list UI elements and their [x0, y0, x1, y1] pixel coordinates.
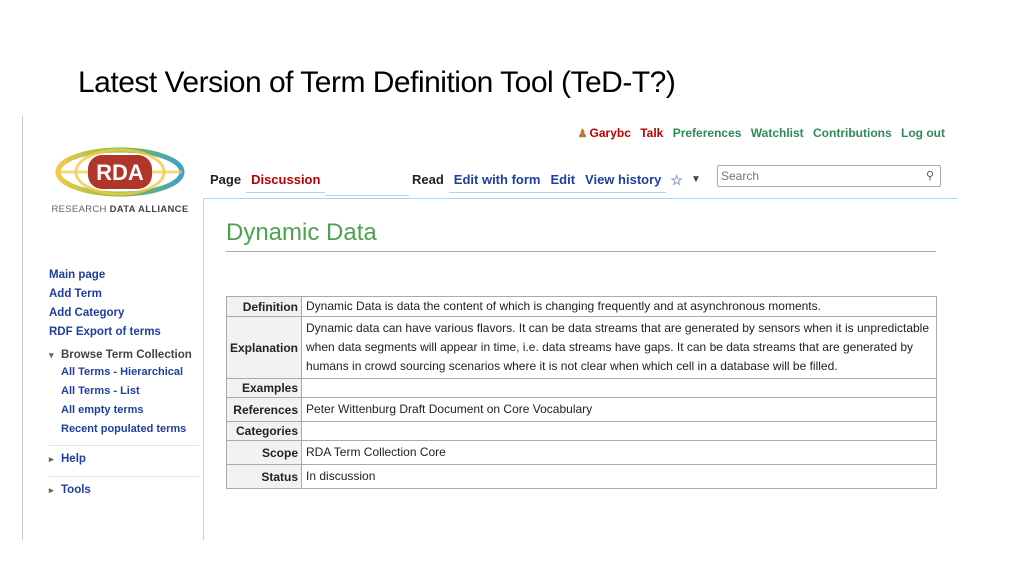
- content-area: Dynamic Data Definition Dynamic Data is d…: [203, 198, 957, 540]
- sidebar-item-recent-populated-terms[interactable]: Recent populated terms: [49, 423, 199, 435]
- rda-logo-icon: RDA: [55, 147, 185, 197]
- table-row: Explanation Dynamic data can have various…: [225, 316, 937, 379]
- row-label: Explanation: [225, 316, 303, 379]
- tab-spacer: [325, 168, 410, 196]
- row-value: Dynamic data can have various flavors. I…: [301, 316, 937, 379]
- table-row: Scope RDA Term Collection Core: [225, 440, 937, 465]
- logo-tagline-light: RESEARCH: [51, 204, 110, 215]
- user-link[interactable]: ♟ Garybc: [572, 126, 631, 140]
- rda-logo[interactable]: RDA RESEARCH DATA ALLIANCE: [45, 146, 195, 226]
- row-label: Examples: [225, 378, 303, 398]
- slide-title: Latest Version of Term Definition Tool (…: [78, 66, 676, 99]
- tools-toggle[interactable]: ▸ Tools: [49, 476, 199, 499]
- tab-read[interactable]: Read: [407, 168, 449, 193]
- sidebar-item-all-terms-hierarchical[interactable]: All Terms - Hierarchical: [49, 366, 199, 378]
- row-value: RDA Term Collection Core: [301, 440, 937, 465]
- sidebar-item-rdf-export[interactable]: RDF Export of terms: [49, 323, 199, 342]
- row-value: In discussion: [301, 464, 937, 489]
- table-row: Examples: [225, 378, 937, 398]
- more-actions-dropdown-icon[interactable]: ▼: [687, 168, 705, 192]
- help-label: Help: [61, 453, 86, 465]
- sidebar-item-add-category[interactable]: Add Category: [49, 304, 199, 323]
- browse-term-collection-toggle[interactable]: ▾ Browse Term Collection: [49, 348, 199, 362]
- contributions-link[interactable]: Contributions: [813, 126, 892, 140]
- search-box: ⚲: [717, 165, 941, 187]
- watch-star-icon[interactable]: ☆: [666, 168, 687, 192]
- row-label: Status: [225, 464, 303, 489]
- browse-label: Browse Term Collection: [61, 349, 192, 361]
- sidebar: Main page Add Term Add Category RDF Expo…: [49, 266, 199, 499]
- watchlist-link[interactable]: Watchlist: [751, 126, 804, 140]
- logo-mark: RDA: [96, 160, 144, 185]
- tab-discussion[interactable]: Discussion: [246, 168, 326, 193]
- logout-link[interactable]: Log out: [901, 126, 945, 140]
- sidebar-item-add-term[interactable]: Add Term: [49, 285, 199, 304]
- table-row: Categories: [225, 421, 937, 441]
- row-label: Scope: [225, 440, 303, 465]
- chevron-right-icon: ▸: [49, 485, 54, 495]
- user-icon: ♟: [577, 128, 588, 140]
- logo-tagline: RESEARCH DATA ALLIANCE: [45, 204, 195, 215]
- sidebar-item-all-empty-terms[interactable]: All empty terms: [49, 404, 199, 416]
- row-value: Peter Wittenburg Draft Document on Core …: [301, 397, 937, 422]
- wiki-screenshot: ♟ Garybc Talk Preferences Watchlist Contr…: [22, 116, 957, 540]
- row-label: References: [225, 397, 303, 422]
- chevron-right-icon: ▸: [49, 454, 54, 464]
- row-value: [301, 378, 937, 398]
- personal-tools: ♟ Garybc Talk Preferences Watchlist Contr…: [566, 126, 945, 140]
- sidebar-item-all-terms-list[interactable]: All Terms - List: [49, 385, 199, 397]
- view-tabs: Read Edit with form Edit View history ☆ …: [407, 168, 705, 196]
- tab-view-history[interactable]: View history: [580, 168, 667, 193]
- row-label: Categories: [225, 421, 303, 441]
- search-icon[interactable]: ⚲: [926, 169, 934, 182]
- search-input[interactable]: [721, 168, 911, 184]
- table-row: References Peter Wittenburg Draft Documen…: [225, 397, 937, 422]
- preferences-link[interactable]: Preferences: [673, 126, 742, 140]
- sidebar-item-main-page[interactable]: Main page: [49, 266, 199, 285]
- talk-link[interactable]: Talk: [640, 126, 663, 140]
- user-name: Garybc: [589, 126, 631, 140]
- row-value: Dynamic Data is data the content of whic…: [301, 296, 937, 317]
- tab-page[interactable]: Page: [205, 168, 247, 193]
- row-label: Definition: [225, 296, 303, 317]
- page-title: Dynamic Data: [226, 217, 936, 252]
- namespace-tabs: Page Discussion: [205, 168, 410, 196]
- tools-label: Tools: [61, 484, 91, 496]
- tab-edit-with-form[interactable]: Edit with form: [448, 168, 546, 193]
- table-row: Status In discussion: [225, 464, 937, 489]
- row-value: [301, 421, 937, 441]
- help-toggle[interactable]: ▸ Help: [49, 445, 199, 468]
- tab-edit[interactable]: Edit: [545, 168, 581, 193]
- table-row: Definition Dynamic Data is data the conte…: [225, 296, 937, 317]
- chevron-down-icon: ▾: [49, 350, 54, 360]
- term-table: Definition Dynamic Data is data the conte…: [225, 296, 937, 489]
- logo-tagline-bold: DATA ALLIANCE: [109, 204, 189, 215]
